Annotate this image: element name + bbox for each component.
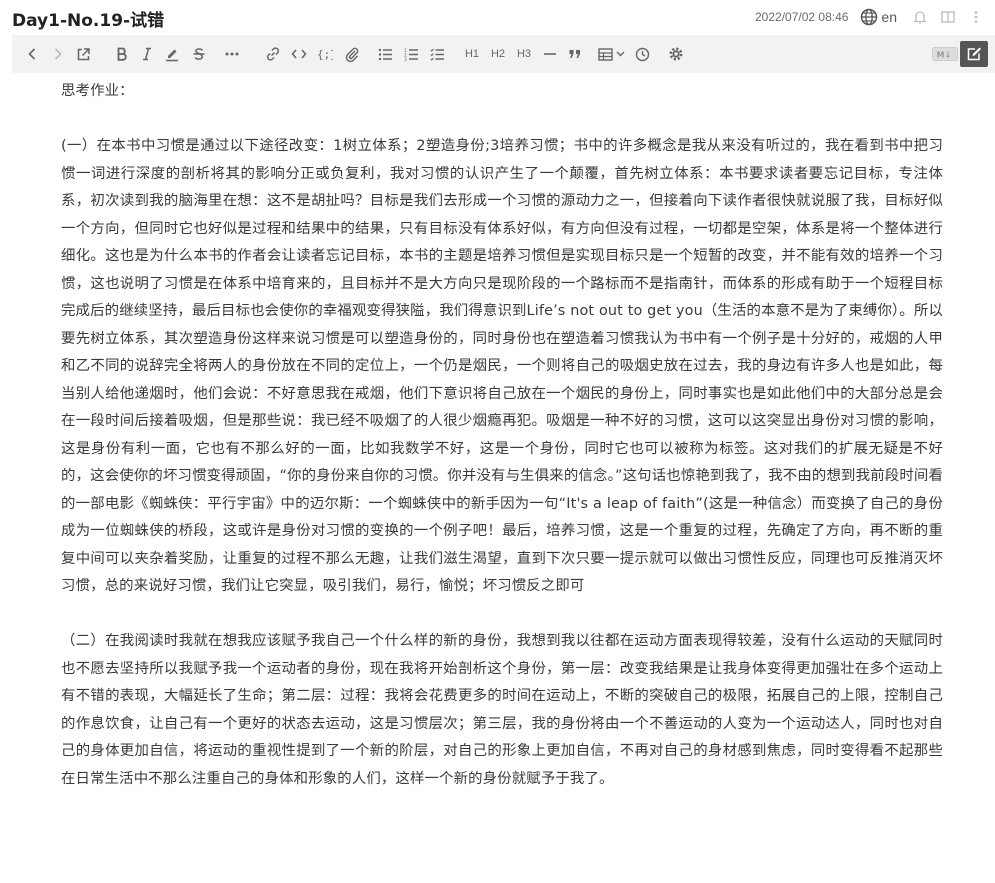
more-horizontal-icon[interactable] — [223, 43, 241, 65]
inline-code-icon[interactable] — [290, 43, 308, 65]
back-icon[interactable] — [24, 43, 40, 65]
document-date: 2022/07/02 08:46 — [755, 10, 849, 24]
attachment-icon[interactable] — [343, 43, 361, 65]
markdown-mode-button[interactable]: M↓ — [931, 43, 959, 65]
editor-toolbar: {;} 123 H1 H2 H3 M↓ — [12, 35, 995, 73]
open-external-icon[interactable] — [74, 43, 92, 65]
link-icon[interactable] — [264, 43, 282, 65]
globe-icon — [861, 8, 878, 26]
paragraph-2: （二）在我阅读时我就在想我应该赋予我自己一个什么样的新的身份，我想到我以往都在运… — [61, 633, 943, 787]
italic-icon[interactable] — [139, 43, 155, 65]
numbered-list-icon[interactable]: 123 — [402, 43, 420, 65]
table-icon — [597, 47, 613, 61]
svg-text:3: 3 — [404, 57, 407, 61]
horizontal-rule-icon[interactable] — [542, 43, 558, 65]
heading-3-button[interactable]: H3 — [515, 43, 533, 65]
content-heading: 思考作业： — [61, 83, 134, 99]
language-switcher[interactable]: en — [860, 8, 897, 26]
settings-gear-icon[interactable] — [667, 43, 685, 65]
code-block-icon[interactable]: {;} — [316, 43, 334, 65]
document-header: Day1-No.19-试错 2022/07/02 08:46 en — [0, 0, 995, 34]
forward-icon[interactable] — [50, 43, 66, 65]
split-view-icon[interactable] — [939, 8, 957, 26]
highlight-icon[interactable] — [163, 43, 181, 65]
heading-2-button[interactable]: H2 — [489, 43, 507, 65]
heading-1-button[interactable]: H1 — [463, 43, 481, 65]
paragraph-1: (一）在本书中习惯是通过以下途径改变：1树立体系；2塑造身份;3培养习惯；书中的… — [61, 138, 943, 594]
quote-icon[interactable] — [567, 43, 583, 65]
more-vertical-icon[interactable] — [967, 8, 985, 26]
bold-icon[interactable] — [113, 43, 131, 65]
strikethrough-icon[interactable] — [190, 43, 208, 65]
table-dropdown[interactable] — [596, 43, 626, 65]
bulleted-list-icon[interactable] — [376, 43, 394, 65]
language-label: en — [881, 9, 897, 25]
svg-text:{;}: {;} — [317, 48, 333, 61]
chevron-down-icon — [616, 51, 624, 57]
header-meta: 2022/07/02 08:46 en — [755, 7, 995, 27]
checklist-icon[interactable] — [428, 43, 446, 65]
document-title: Day1-No.19-试错 — [12, 11, 165, 31]
edit-mode-button[interactable] — [960, 41, 988, 67]
edit-icon — [967, 47, 981, 61]
document-content: 思考作业： (一）在本书中习惯是通过以下途径改变：1树立体系；2塑造身份;3培养… — [61, 78, 943, 793]
bell-icon[interactable] — [911, 8, 929, 26]
markdown-badge: M↓ — [937, 51, 952, 60]
clock-icon[interactable] — [633, 43, 651, 65]
